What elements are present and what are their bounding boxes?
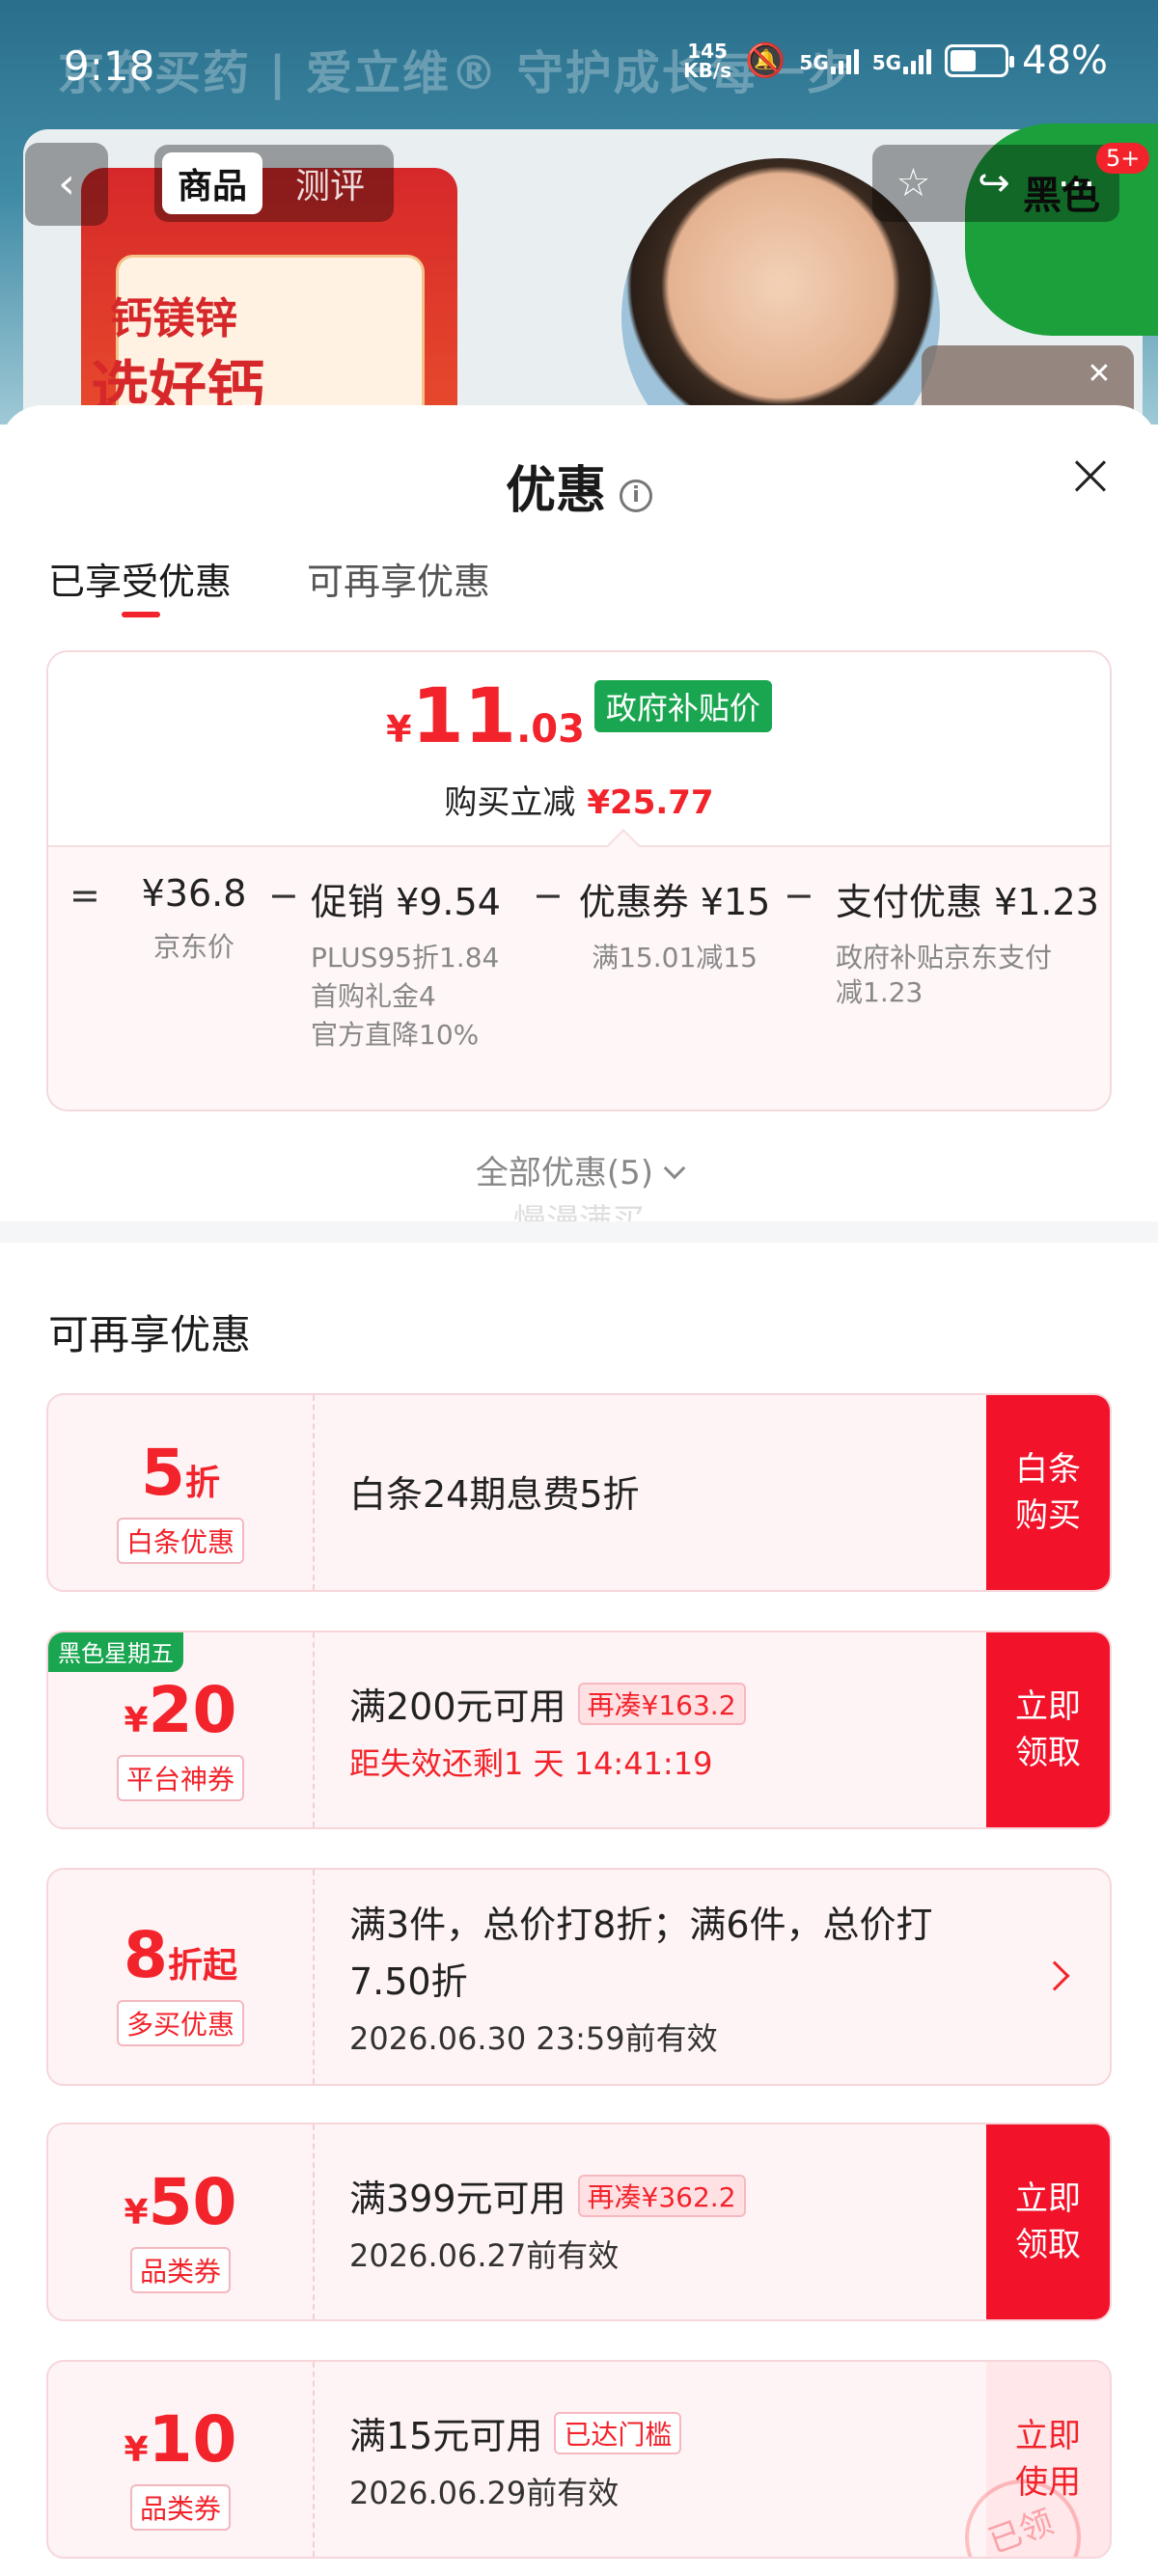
tab-enjoyed-discounts[interactable]: 已享受优惠 [48, 552, 232, 617]
coupon-value: ¥10 [124, 2402, 237, 2477]
claim-coupon-button[interactable]: 立即领取 [986, 2124, 1110, 2319]
coupon-card[interactable]: 5折 白条优惠 白条24期息费5折 白条购买 [46, 1393, 1112, 1592]
breakdown-coupon: 优惠券 ¥15 满15.01减15 [578, 881, 771, 973]
baitiao-buy-button[interactable]: 白条购买 [986, 1395, 1110, 1590]
breakdown-payment: 支付优惠 ¥1.23 政府补贴京东支付 减1.23 [836, 881, 1099, 1008]
coupon-card[interactable]: ¥10 品类券 满15元可用 已达门槛 2026.06.29前有效 立即使用 已领 [46, 2360, 1112, 2559]
nav-actions: ☆ ↪ ⋯ [872, 145, 1119, 222]
breakdown-op: − [784, 874, 814, 917]
coupon-condition: 满15元可用 已达门槛 [349, 2406, 965, 2459]
coupon-card[interactable]: 8折起 多买优惠 满3件，总价打8折；满6件，总价打 7.50折 2026.06… [46, 1868, 1112, 2086]
chevron-right-icon[interactable] [1039, 1960, 1070, 1991]
message-badge: 5+ [1096, 143, 1150, 174]
close-icon[interactable]: ✕ [1078, 353, 1120, 396]
star-icon[interactable]: ☆ [896, 161, 930, 206]
coupon-type-tag: 多买优惠 [116, 2000, 244, 2046]
coupon-condition: 满200元可用 再凑¥163.2 [349, 1677, 965, 1730]
discount-tabs: 已享受优惠 可再享优惠 [48, 552, 490, 617]
coupon-countdown: 距失效还剩1 天 14:41:19 [349, 1745, 713, 1782]
gov-subsidy-tag: 政府补贴价 [593, 680, 772, 732]
price-breakdown: = ¥36.8 京东价 − 促销 ¥9.54 PLUS95折1.84 首购礼金4… [48, 845, 1110, 1110]
breakdown-op: − [268, 874, 299, 917]
network-speed: 145 KB/s [683, 40, 732, 82]
section-divider [0, 1221, 1158, 1243]
tab-review[interactable]: 测评 [280, 152, 380, 214]
coupon-value: ¥20 [124, 1673, 237, 1747]
coupon-value: 5折 [141, 1436, 220, 1510]
coupon-condition: 满399元可用 再凑¥362.2 [349, 2169, 965, 2222]
instant-reduction: 购买立减 ¥25.77 [444, 783, 714, 822]
coupon-validity: 2026.06.30 23:59前有效 [349, 2020, 718, 2057]
coupon-type-tag: 平台神券 [116, 1755, 244, 1801]
coupon-description: 白条24期息费5折 [349, 1473, 640, 1516]
coupon-condition: 满3件，总价打8折；满6件，总价打 [349, 1904, 933, 1946]
breakdown-promotion: 促销 ¥9.54 PLUS95折1.84 首购礼金4 官方直降10% [311, 881, 501, 1051]
battery-percent: 48% [1022, 39, 1108, 83]
coupon-validity: 2026.06.27前有效 [349, 2237, 620, 2274]
discount-sheet: 优惠 i × 已享受优惠 可再享优惠 ¥11.03 政府补贴价 购买立减 ¥25.77… [0, 405, 1158, 2576]
status-bar: 9:18 145 KB/s 🔕 5G 5G 48% [0, 0, 1158, 131]
tab-more-discounts[interactable]: 可再享优惠 [307, 552, 490, 605]
close-button[interactable]: × [1062, 445, 1119, 506]
battery-icon [945, 44, 1015, 77]
signal-icon: 5G [799, 47, 859, 74]
claim-coupon-button[interactable]: 立即领取 [986, 1632, 1110, 1827]
coupon-type-tag: 品类券 [129, 2247, 231, 2293]
section-title: 可再享优惠 [48, 1311, 252, 1358]
final-price: ¥11.03 政府补贴价 [48, 673, 1110, 760]
status-time: 9:18 [64, 42, 155, 90]
coupon-type-tag: 品类券 [129, 2484, 231, 2531]
back-button[interactable]: ‹ [25, 143, 108, 226]
coupon-validity: 2026.06.29前有效 [349, 2475, 620, 2511]
nav-tabs: 商品 测评 [154, 145, 394, 222]
coupon-value: 8折起 [124, 1918, 237, 1992]
coupon-condition-cont: 7.50折 [349, 1960, 468, 2003]
coupon-type-tag: 白条优惠 [116, 1518, 244, 1564]
tab-product[interactable]: 商品 [162, 152, 263, 214]
sheet-title: 优惠 i [0, 450, 1158, 522]
breakdown-op: = [69, 874, 100, 917]
promo-text-1: 钙镁锌 [110, 294, 237, 343]
signal-icon-2: 5G [872, 47, 932, 74]
breakdown-jd-price: ¥36.8 京东价 [141, 872, 247, 963]
threshold-met-pill: 已达门槛 [554, 2412, 682, 2454]
status-icons: 145 KB/s 🔕 5G 5G 48% [683, 39, 1108, 83]
coupon-card[interactable]: 黑色星期五 ¥20 平台神券 满200元可用 再凑¥163.2 距失效还剩1 天 … [46, 1631, 1112, 1829]
coupon-value: ¥50 [124, 2165, 237, 2239]
chevron-down-icon [663, 1157, 686, 1180]
more-icon[interactable]: ⋯ [1058, 161, 1096, 206]
coupon-gap-pill: 再凑¥163.2 [577, 1683, 746, 1725]
coupon-card[interactable]: ¥50 品类券 满399元可用 再凑¥362.2 2026.06.27前有效 立即… [46, 2123, 1112, 2321]
coupon-gap-pill: 再凑¥362.2 [577, 2175, 746, 2217]
all-discounts-toggle[interactable]: 全部优惠(5) [0, 1146, 1158, 1193]
breakdown-op: − [533, 874, 564, 917]
info-icon[interactable]: i [620, 480, 652, 512]
price-summary-card: ¥11.03 政府补贴价 购买立减 ¥25.77 = ¥36.8 京东价 − 促销 … [46, 650, 1112, 1111]
mute-icon: 🔕 [745, 41, 786, 80]
share-icon[interactable]: ↪ [978, 161, 1010, 206]
